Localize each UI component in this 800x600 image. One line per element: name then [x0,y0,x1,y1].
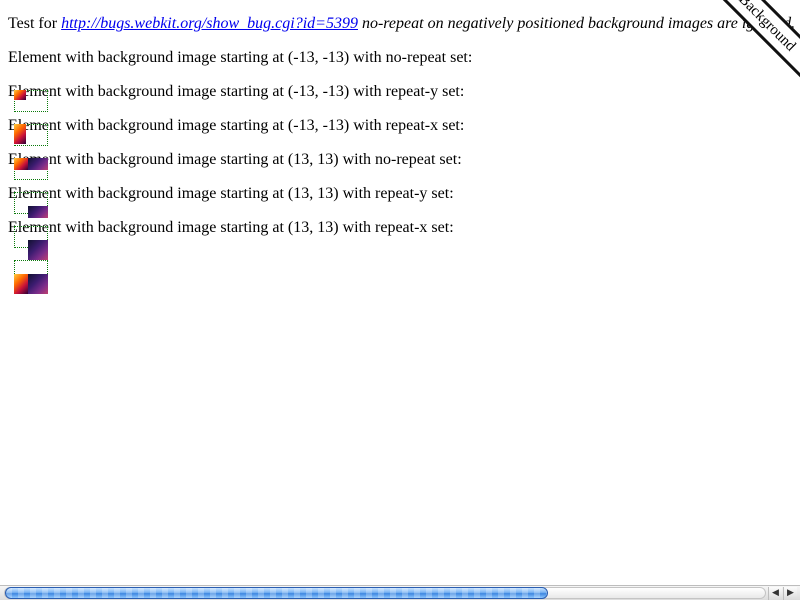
scroll-right-arrow-icon[interactable]: ▶ [783,587,797,600]
horizontal-scrollbar[interactable]: ◀ ▶ [0,585,800,600]
bg-tile [14,124,26,144]
test-label-1: Element with background image starting a… [8,49,473,66]
bg-tile [14,158,28,170]
bug-link[interactable]: http://bugs.webkit.org/show_bug.cgi?id=5… [61,15,358,32]
test-label-5: Element with background image starting a… [8,185,454,202]
test-label-3: Element with background image starting a… [8,117,465,134]
intro-suffix: no-repeat on negatively positioned backg… [357,15,796,32]
page-content: Test for http://bugs.webkit.org/show_bug… [0,0,800,585]
bg-tile [28,158,48,170]
intro-text: Test for http://bugs.webkit.org/show_bug… [8,14,795,34]
bg-tile [28,240,48,260]
test-label-4: Element with background image starting a… [8,151,462,168]
scroll-left-arrow-icon[interactable]: ◀ [768,587,782,600]
bg-tile [28,274,48,294]
bg-tile [28,206,48,218]
test-label-2: Element with background image starting a… [8,83,465,100]
intro-prefix: Test for [8,15,62,32]
bg-tile [14,274,28,294]
scrollbar-thumb[interactable] [5,587,548,599]
bg-tile [14,90,26,100]
test-label-6: Element with background image starting a… [8,219,454,236]
